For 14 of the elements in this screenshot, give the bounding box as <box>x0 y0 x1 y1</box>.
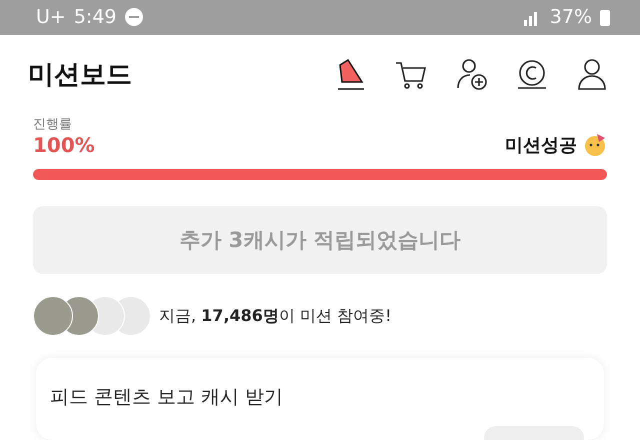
carrier-text: U+ <box>36 6 66 28</box>
battery-text: 37% <box>550 6 592 28</box>
party-face-icon <box>583 133 607 158</box>
progress-label: 진행률 <box>33 116 73 134</box>
participants-text: 지금, 17,486명이 미션 참여중! <box>159 306 392 326</box>
progress-value: 100% <box>33 133 95 158</box>
clock-text: 5:49 <box>74 6 116 28</box>
reward-notice: 추가 3캐시가 적립되었습니다 <box>33 206 607 274</box>
mission-status: 미션성공 <box>505 134 577 158</box>
minus-circle-icon <box>124 8 142 26</box>
page-title: 미션보드 <box>28 59 133 92</box>
battery-icon <box>600 8 610 26</box>
card-title: 피드 콘텐츠 보고 캐시 받기 <box>50 385 284 410</box>
photo-placeholder <box>33 296 73 336</box>
